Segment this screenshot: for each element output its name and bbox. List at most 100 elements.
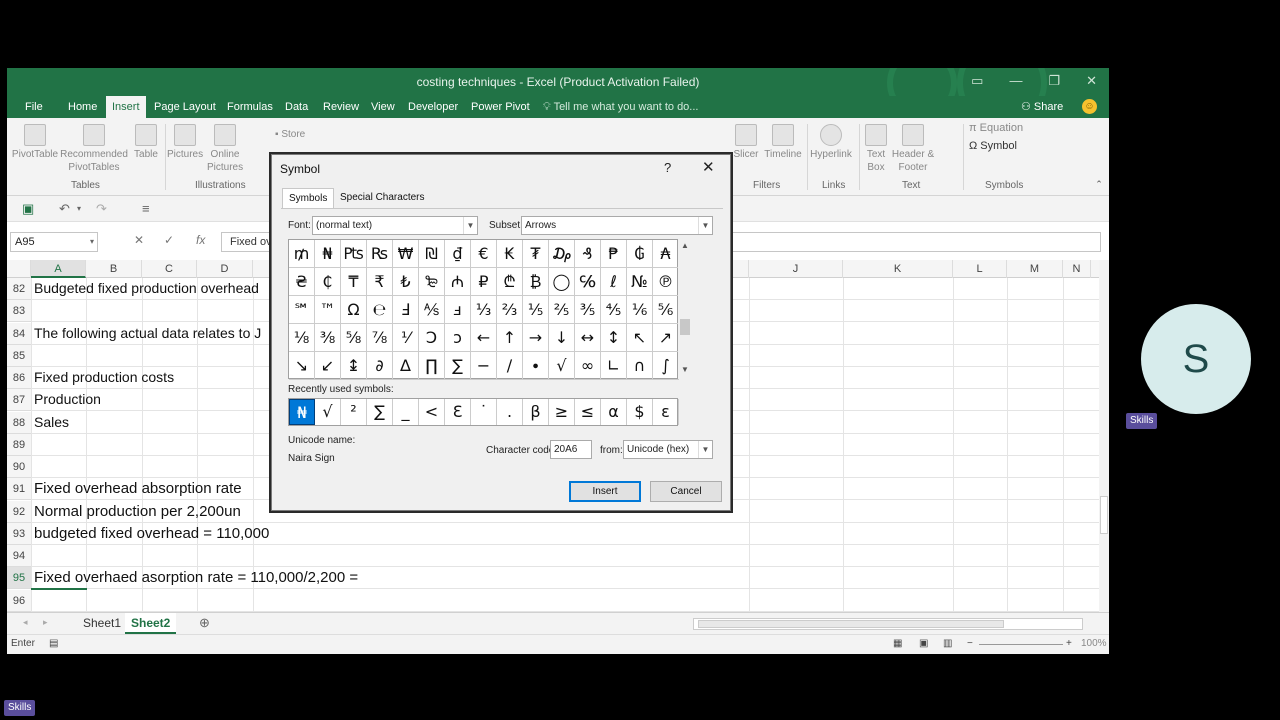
symbol-cell[interactable]: ∂ xyxy=(367,352,393,380)
row-header[interactable]: 94 xyxy=(7,545,31,567)
online-pictures-button[interactable]: Online Pictures xyxy=(207,124,243,174)
table-row[interactable] xyxy=(31,545,1099,567)
symbol-cell[interactable]: ₥ xyxy=(289,240,315,268)
table-button[interactable]: Table xyxy=(131,124,161,161)
symbol-cell[interactable]: ◯ xyxy=(549,268,575,296)
normal-view-icon[interactable]: ▦ xyxy=(893,638,902,649)
recent-symbol[interactable]: ˙ xyxy=(471,399,497,425)
share-button[interactable]: ⚇ Share xyxy=(1021,96,1063,118)
column-header-a[interactable]: A xyxy=(31,260,86,278)
horizontal-scrollbar[interactable] xyxy=(693,618,1083,630)
recent-symbol[interactable]: ∑ xyxy=(367,399,393,425)
symbol-cell[interactable]: ⅎ xyxy=(445,296,471,324)
symbol-cell[interactable]: ⅖ xyxy=(549,296,575,324)
symbol-cell[interactable]: ℗ xyxy=(653,268,679,296)
symbol-cell[interactable]: Ω xyxy=(341,296,367,324)
row-header[interactable]: 83 xyxy=(7,300,31,322)
symbol-cell[interactable]: ₸ xyxy=(341,268,367,296)
column-header-k[interactable]: K xyxy=(843,260,953,278)
recent-symbol[interactable]: √ xyxy=(315,399,341,425)
tab-review[interactable]: Review xyxy=(317,96,365,118)
symbol-cell[interactable]: ₺ xyxy=(393,268,419,296)
symbol-cell[interactable]: ₮ xyxy=(523,240,549,268)
tell-me-search[interactable]: 💡︎ Tell me what you want to do... xyxy=(543,96,698,118)
symbol-cell[interactable]: ↨ xyxy=(341,352,367,380)
store-button[interactable]: ▪ Store xyxy=(275,128,319,141)
row-header[interactable]: 93 xyxy=(7,523,31,545)
row-header[interactable]: 87 xyxy=(7,389,31,411)
undo-dropdown-icon[interactable]: ▾ xyxy=(77,204,81,213)
symbol-cell[interactable]: ₰ xyxy=(575,240,601,268)
symbol-cell[interactable]: ∟ xyxy=(601,352,627,380)
symbol-cell[interactable]: № xyxy=(627,268,653,296)
equation-button[interactable]: π Equation xyxy=(969,122,1039,135)
feedback-smiley-icon[interactable]: ☺ xyxy=(1082,99,1097,114)
hyperlink-button[interactable]: Hyperlink xyxy=(807,124,855,161)
minimize-icon[interactable]: — xyxy=(1009,73,1022,89)
symbol-cell[interactable]: ₳ xyxy=(653,240,679,268)
macro-record-icon[interactable]: ▤ xyxy=(49,638,58,649)
row-header[interactable]: 90 xyxy=(7,456,31,478)
tab-power-pivot[interactable]: Power Pivot xyxy=(465,96,536,118)
tab-home[interactable]: Home xyxy=(62,96,103,118)
symbol-cell[interactable]: ₲ xyxy=(627,240,653,268)
scroll-up-icon[interactable]: ▲ xyxy=(678,241,692,250)
symbol-cell[interactable]: √ xyxy=(549,352,575,380)
text-box-button[interactable]: Text Box xyxy=(861,124,891,174)
tab-developer[interactable]: Developer xyxy=(402,96,464,118)
symbol-cell[interactable]: ₼ xyxy=(445,268,471,296)
symbol-cell[interactable]: ∆ xyxy=(393,352,419,380)
ribbon-display-icon[interactable]: ▭ xyxy=(971,73,983,89)
symbol-cell[interactable]: ⅛ xyxy=(289,324,315,352)
symbol-cell[interactable]: ₹ xyxy=(367,268,393,296)
row-header[interactable]: 95 xyxy=(7,567,31,589)
symbol-cell[interactable]: ™ xyxy=(315,296,341,324)
symbol-cell[interactable]: ℅ xyxy=(575,268,601,296)
row-header[interactable]: 85 xyxy=(7,345,31,367)
symbol-cell[interactable]: ⅜ xyxy=(315,324,341,352)
row-header[interactable]: 92 xyxy=(7,501,31,523)
pictures-button[interactable]: Pictures xyxy=(167,124,203,161)
slicer-button[interactable]: Slicer xyxy=(731,124,761,161)
recent-symbol[interactable]: ≥ xyxy=(549,399,575,425)
row-header[interactable]: 82 xyxy=(7,278,31,300)
symbol-cell[interactable]: ⅓ xyxy=(471,296,497,324)
scroll-sheets-right-icon[interactable]: ▸ xyxy=(43,617,48,628)
column-header-b[interactable]: B xyxy=(86,260,142,278)
symbol-cell[interactable]: ↘ xyxy=(289,352,315,380)
table-row[interactable] xyxy=(31,590,1099,612)
close-icon[interactable]: ✕ xyxy=(702,158,715,176)
maximize-icon[interactable]: ❐ xyxy=(1048,73,1060,89)
symbol-cell[interactable]: ⅙ xyxy=(627,296,653,324)
symbol-cell[interactable]: ℮ xyxy=(367,296,393,324)
scrollbar-thumb[interactable] xyxy=(1100,496,1108,534)
zoom-out-icon[interactable]: − xyxy=(967,638,973,649)
vertical-scrollbar[interactable] xyxy=(1099,260,1109,612)
recent-symbol[interactable]: _ xyxy=(393,399,419,425)
column-header-l[interactable]: L xyxy=(953,260,1007,278)
symbol-cell[interactable]: ← xyxy=(471,324,497,352)
symbol-cell[interactable]: ₨ xyxy=(367,240,393,268)
font-select[interactable]: (normal text) ▼ xyxy=(312,216,478,235)
name-box[interactable]: A95 ▾ xyxy=(10,232,98,252)
customize-qat-icon[interactable]: ≡ xyxy=(142,201,150,216)
from-select[interactable]: Unicode (hex) ▼ xyxy=(623,440,713,459)
page-break-view-icon[interactable]: ▥ xyxy=(943,638,952,649)
symbol-cell[interactable]: ₧ xyxy=(341,240,367,268)
subset-select[interactable]: Arrows ▼ xyxy=(521,216,713,235)
symbol-cell[interactable]: ∙ xyxy=(523,352,549,380)
symbol-cell[interactable]: ↄ xyxy=(445,324,471,352)
timeline-button[interactable]: Timeline xyxy=(763,124,803,161)
symbol-cell[interactable]: ℓ xyxy=(601,268,627,296)
sheet-tab-sheet2[interactable]: Sheet2 xyxy=(125,613,177,634)
symbol-cell[interactable]: ↖ xyxy=(627,324,653,352)
symbol-cell[interactable]: ₻ xyxy=(419,268,445,296)
symbol-cell[interactable]: ₿ xyxy=(523,268,549,296)
confirm-entry-icon[interactable]: ✓ xyxy=(164,233,174,247)
symbol-cell[interactable]: Ⅎ xyxy=(393,296,419,324)
symbol-cell[interactable]: ₵ xyxy=(315,268,341,296)
recent-symbol-selected[interactable]: ₦ xyxy=(289,399,315,425)
symbol-cell[interactable]: ↕ xyxy=(601,324,627,352)
scrollbar-thumb[interactable] xyxy=(680,319,690,335)
symbol-cell[interactable]: Ↄ xyxy=(419,324,445,352)
